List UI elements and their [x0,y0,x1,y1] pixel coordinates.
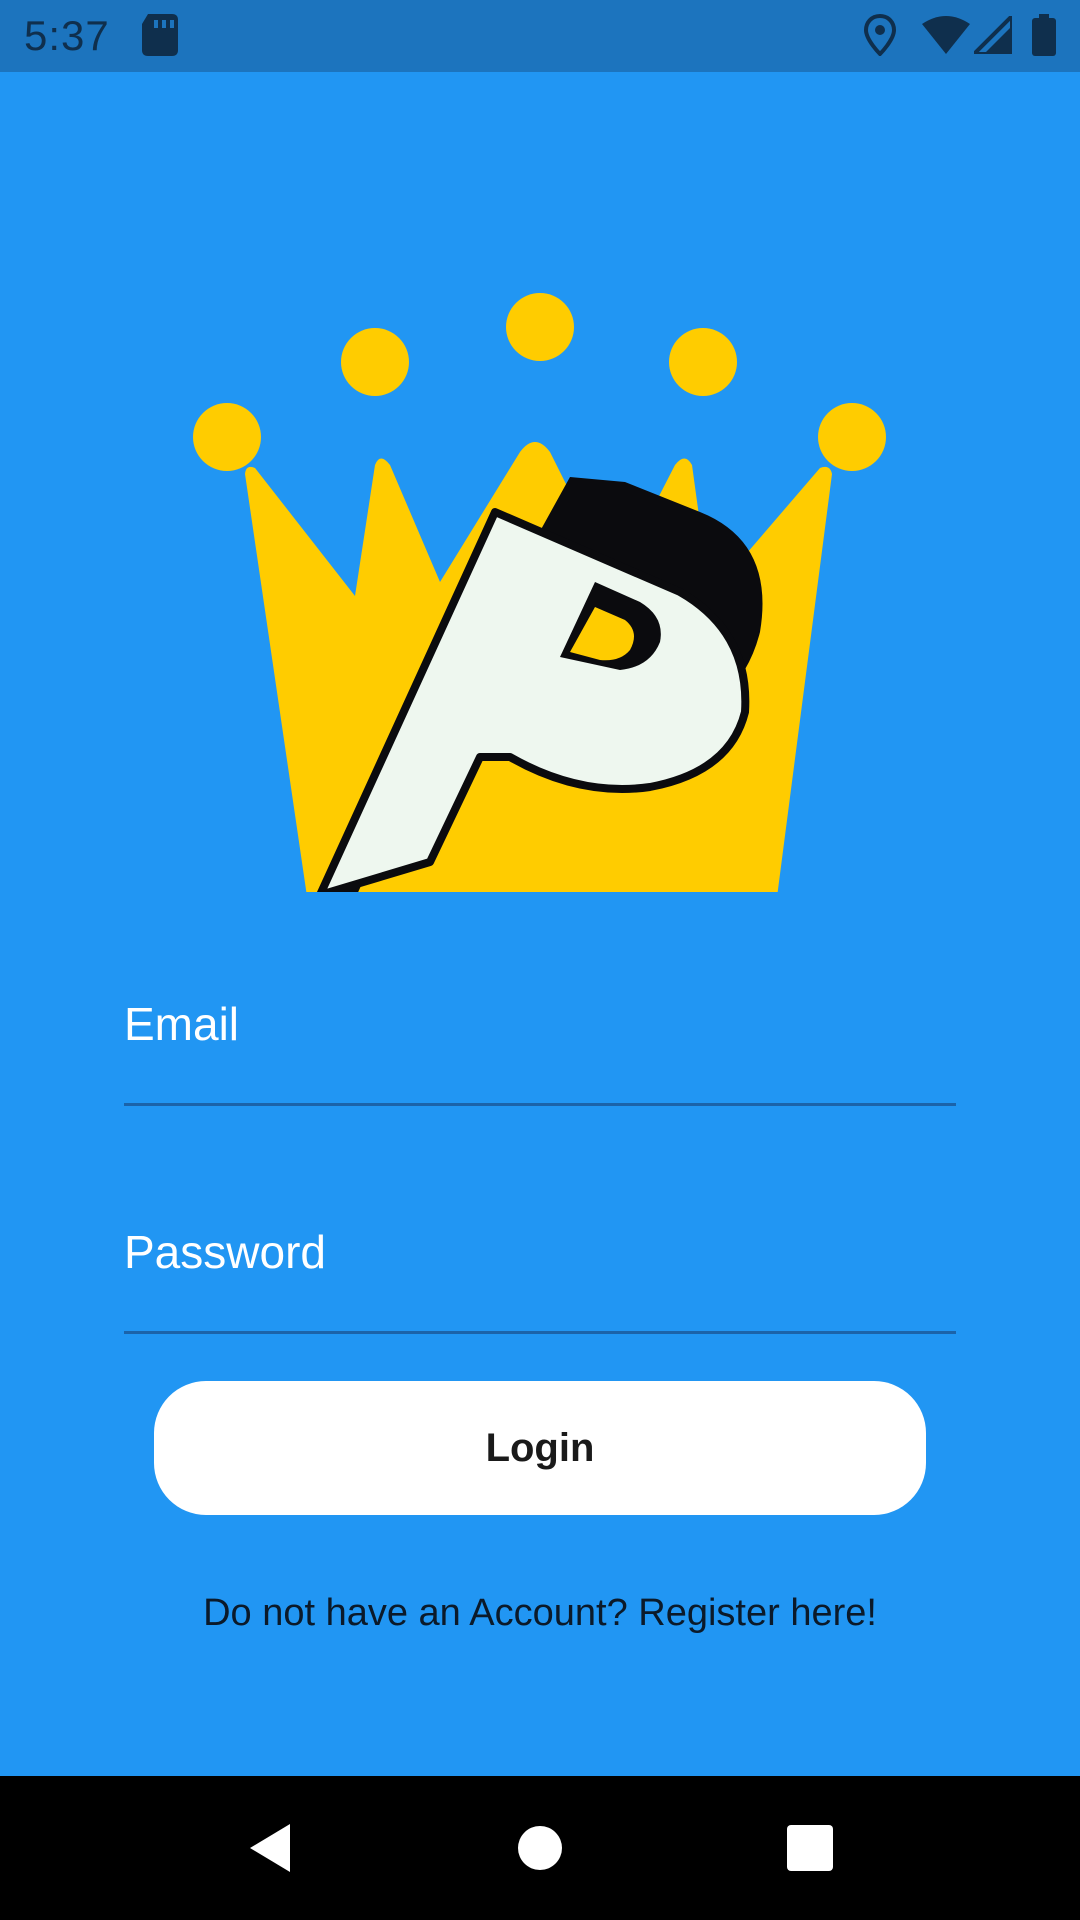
back-button[interactable] [180,1776,360,1920]
recents-icon [787,1825,833,1871]
back-icon [250,1824,290,1872]
login-screen: Email Password Login Do not have an Acco… [0,72,1080,1776]
home-icon [518,1826,562,1870]
home-button[interactable] [450,1776,630,1920]
sd-card-icon [142,14,178,61]
recents-button[interactable] [720,1776,900,1920]
wifi-icon [922,16,970,59]
email-label: Email [124,998,240,1050]
password-label: Password [124,1226,326,1278]
crown-p-logo [180,212,900,951]
login-button[interactable]: Login [154,1381,926,1515]
signal-icon [969,11,1014,59]
battery-icon [1032,14,1056,61]
status-bar: 5:37 [0,0,1080,72]
email-input[interactable] [124,1055,956,1097]
status-time: 5:37 [24,12,110,59]
password-input[interactable] [124,1283,956,1325]
email-field[interactable]: Email [124,998,956,1106]
register-link[interactable]: Do not have an Account? Register here! [0,1592,1080,1635]
password-field[interactable]: Password [124,1226,956,1334]
location-icon [863,13,897,61]
navigation-bar [0,1776,1080,1920]
